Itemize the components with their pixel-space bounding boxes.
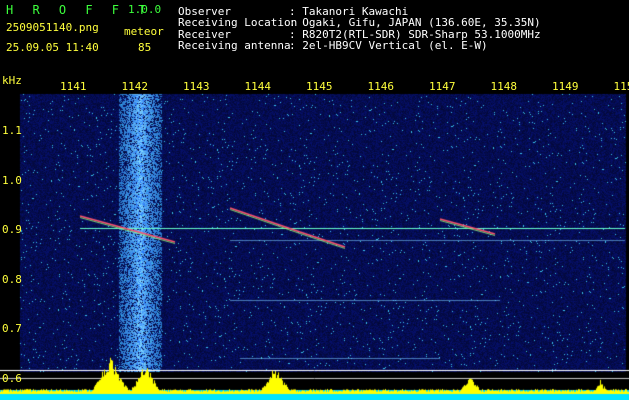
y-tick-label: 0.8 xyxy=(2,272,22,286)
y-unit-label: kHz xyxy=(2,74,22,87)
app-version: 1.0.0 xyxy=(128,3,162,16)
datetime-label: 25.09.05 11:40 xyxy=(6,41,99,54)
x-tick-label: 1147 xyxy=(429,80,456,93)
x-tick-label: 1143 xyxy=(183,80,210,93)
x-tick-label: 1148 xyxy=(490,80,518,93)
event-count: 85 xyxy=(138,41,152,54)
y-tick-label: 1.1 xyxy=(2,124,22,137)
event-label: meteor xyxy=(124,25,164,38)
x-tick-label: 1144 xyxy=(244,80,272,93)
x-tick-label: 1146 xyxy=(367,80,395,93)
y-tick-label: 1.0 xyxy=(2,173,22,187)
antenna-label: Receiving antenna xyxy=(178,39,291,52)
x-tick-label: 1150 xyxy=(613,80,629,93)
y-tick-label: 0.7 xyxy=(2,322,22,335)
x-tick-label: 1141 xyxy=(60,80,87,93)
x-tick-label: 1145 xyxy=(306,80,333,93)
spectrogram-canvas xyxy=(0,72,629,400)
y-tick-label: 0.6 xyxy=(2,371,22,385)
x-tick-label: 1142 xyxy=(121,80,149,93)
y-tick-label: 0.9 xyxy=(2,223,22,236)
header-panel: H R O F F T 1.0.0 2509051140.png meteor … xyxy=(0,0,629,72)
location-label: Receiving Location xyxy=(178,16,298,29)
location-value: : Ogaki, Gifu, JAPAN (136.60E, 35.35N) xyxy=(289,16,541,29)
filename-label: 2509051140.png xyxy=(6,21,99,34)
antenna-value: : 2el-HB9CV Vertical (el. E-W) xyxy=(289,39,488,52)
x-tick-label: 1149 xyxy=(552,80,579,93)
